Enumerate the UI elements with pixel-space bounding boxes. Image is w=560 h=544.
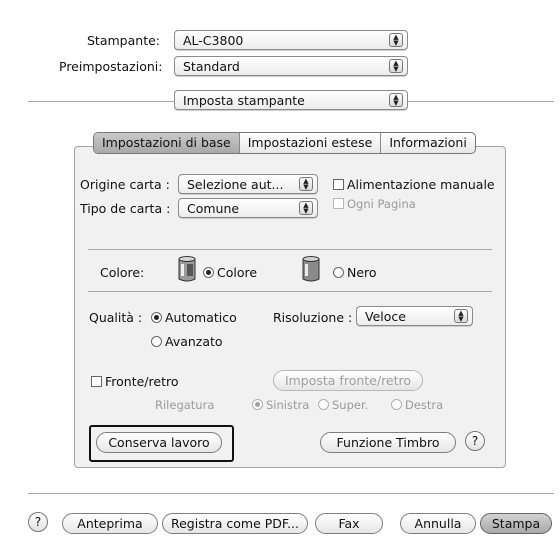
- paper-type-value: Comune: [187, 201, 240, 216]
- save-pdf-button[interactable]: Registra come PDF...: [162, 513, 308, 534]
- duplex-option[interactable]: Fronte/retro: [91, 374, 179, 389]
- color-label: Colore:: [100, 265, 145, 280]
- paper-source-value: Selezione aut...: [187, 177, 284, 192]
- black-radio[interactable]: [333, 267, 344, 278]
- save-job-button[interactable]: Conserva lavoro: [96, 432, 222, 453]
- paper-type-label: Tipo de carta :: [80, 201, 171, 216]
- manual-feed-checkbox[interactable]: [333, 179, 344, 190]
- section-select-value: Imposta stampante: [183, 93, 305, 108]
- color-ink-icon: [178, 256, 196, 282]
- duplex-setup-button[interactable]: Imposta fronte/retro: [273, 370, 423, 391]
- quality-auto-radio[interactable]: [151, 312, 162, 323]
- binding-left-radio: [252, 399, 263, 410]
- resolution-value: Veloce: [365, 309, 406, 324]
- every-page-label: Ogni Pagina: [347, 197, 416, 211]
- quality-advanced-label: Avanzato: [165, 334, 223, 349]
- paper-source-label: Origine carta :: [80, 177, 170, 192]
- resolution-select[interactable]: Veloce ▲ ▼: [356, 306, 473, 326]
- resolution-label: Risoluzione :: [273, 310, 353, 325]
- binding-right-option: Destra: [391, 398, 443, 412]
- every-page-checkbox: [333, 198, 344, 209]
- black-ink-icon: [302, 256, 320, 282]
- binding-label: Rilegatura: [155, 398, 215, 412]
- color-option-label: Colore: [217, 265, 258, 280]
- chevron-updown-icon: ▲ ▼: [389, 93, 403, 107]
- paper-type-select[interactable]: Comune ▲ ▼: [178, 198, 318, 218]
- cancel-button[interactable]: Annulla: [400, 513, 476, 534]
- binding-right-radio: [391, 399, 402, 410]
- manual-feed-option[interactable]: Alimentazione manuale: [333, 177, 495, 192]
- chevron-updown-icon: ▲ ▼: [454, 309, 468, 323]
- section-select[interactable]: Imposta stampante ▲ ▼: [174, 90, 408, 110]
- printer-select[interactable]: AL-C3800 ▲ ▼: [174, 30, 408, 50]
- chevron-updown-icon: ▲ ▼: [389, 59, 403, 73]
- black-option-label: Nero: [347, 265, 377, 280]
- chevron-updown-icon: ▲ ▼: [299, 201, 313, 215]
- print-button[interactable]: Stampa: [480, 513, 552, 534]
- divider-quality: [88, 291, 492, 292]
- duplex-checkbox[interactable]: [91, 376, 102, 387]
- preview-button[interactable]: Anteprima: [62, 513, 158, 534]
- color-option[interactable]: Colore: [203, 265, 257, 280]
- quality-auto-option[interactable]: Automatico: [151, 310, 237, 325]
- printer-select-value: AL-C3800: [183, 33, 244, 48]
- color-radio[interactable]: [203, 267, 214, 278]
- tab-extended-settings[interactable]: Impostazioni estese: [238, 133, 381, 153]
- divider-color: [88, 249, 492, 250]
- chevron-updown-icon: ▲ ▼: [389, 33, 403, 47]
- panel-help-button[interactable]: ?: [465, 431, 485, 451]
- fax-button[interactable]: Fax: [315, 513, 383, 534]
- black-option[interactable]: Nero: [333, 265, 377, 280]
- watermark-button[interactable]: Funzione Timbro: [320, 432, 456, 453]
- divider-bottom: [28, 493, 554, 494]
- quality-advanced-radio[interactable]: [151, 336, 162, 347]
- tab-information[interactable]: Informazioni: [380, 133, 475, 153]
- binding-left-label: Sinistra: [266, 398, 310, 412]
- paper-source-select[interactable]: Selezione aut... ▲ ▼: [178, 174, 318, 194]
- binding-top-label: Super.: [332, 398, 369, 412]
- duplex-label: Fronte/retro: [105, 374, 179, 389]
- binding-right-label: Destra: [405, 398, 444, 412]
- manual-feed-label: Alimentazione manuale: [347, 177, 495, 192]
- quality-auto-label: Automatico: [165, 310, 237, 325]
- printer-label: Stampante:: [87, 33, 160, 48]
- tab-bar: Impostazioni di base Impostazioni estese…: [93, 132, 476, 154]
- binding-top-option: Super.: [318, 398, 368, 412]
- presets-select-value: Standard: [183, 59, 240, 74]
- presets-label: Preimpostazioni:: [59, 59, 163, 74]
- binding-left-option: Sinistra: [252, 398, 309, 412]
- quality-advanced-option[interactable]: Avanzato: [151, 334, 223, 349]
- binding-top-radio: [318, 399, 329, 410]
- chevron-updown-icon: ▲ ▼: [299, 177, 313, 191]
- every-page-option: Ogni Pagina: [333, 197, 416, 211]
- quality-label: Qualità :: [89, 310, 143, 325]
- presets-select[interactable]: Standard ▲ ▼: [174, 56, 408, 76]
- help-button[interactable]: ?: [28, 512, 48, 532]
- tab-basic-settings[interactable]: Impostazioni di base: [94, 133, 239, 153]
